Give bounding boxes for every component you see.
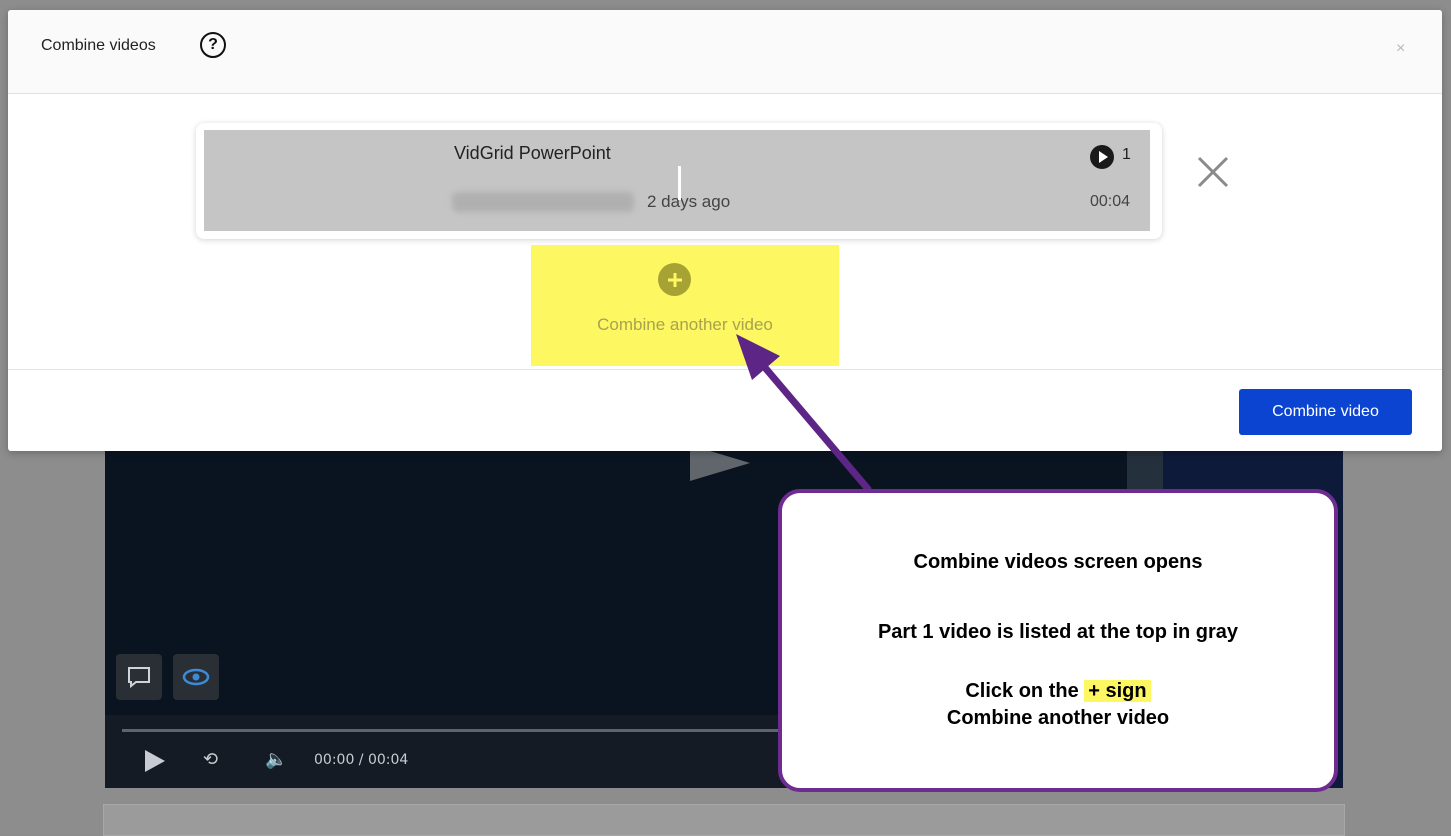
combine-another-video-button[interactable]: Combine another video — [531, 245, 839, 366]
callout-line-4: Combine another video — [946, 707, 1170, 729]
callout-line-1: Combine videos screen opens — [913, 551, 1203, 573]
play-count-icon — [1090, 145, 1114, 169]
callout-line-3-prefix: Click on the — [965, 680, 1085, 702]
player-time: 00:00 / 00:04 — [314, 752, 409, 768]
eye-icon[interactable] — [173, 654, 219, 700]
help-icon[interactable]: ? — [200, 32, 226, 58]
callout-highlight: + sign — [1084, 680, 1151, 702]
remove-video-icon[interactable] — [1193, 152, 1233, 192]
comment-icon[interactable] — [116, 654, 162, 700]
close-icon[interactable]: × — [1396, 40, 1405, 58]
footer-divider — [8, 369, 1442, 370]
combine-another-video-label: Combine another video — [597, 315, 773, 334]
combine-videos-modal: Combine videos ? × VidGrid PowerPoint 2 … — [8, 10, 1442, 451]
annotation-callout: Combine videos screen opens Part 1 video… — [778, 489, 1338, 792]
video-author-blurred — [452, 192, 634, 212]
volume-icon[interactable]: 🔈 — [265, 749, 287, 770]
video-list-item[interactable]: VidGrid PowerPoint 2 days ago 1 00:04 — [196, 123, 1162, 239]
plus-icon[interactable] — [658, 263, 691, 296]
modal-title: Combine videos — [41, 37, 156, 54]
play-icon[interactable] — [145, 750, 165, 772]
below-player-panel — [103, 804, 1345, 836]
video-item-background: VidGrid PowerPoint 2 days ago 1 00:04 — [204, 130, 1150, 231]
rewind-10-icon[interactable]: ⟲ — [203, 749, 218, 770]
video-duration: 00:04 — [1090, 193, 1131, 210]
video-date: 2 days ago — [647, 192, 731, 211]
video-title: VidGrid PowerPoint — [454, 143, 611, 163]
combine-video-button[interactable]: Combine video — [1239, 389, 1412, 435]
callout-line-3: Click on the + sign — [782, 680, 1334, 703]
text-cursor — [678, 166, 681, 200]
callout-line-2: Part 1 video is listed at the top in gra… — [877, 621, 1239, 643]
modal-header: Combine videos ? × — [8, 10, 1442, 94]
progress-bar[interactable] — [122, 729, 782, 732]
play-count: 1 — [1122, 146, 1131, 163]
